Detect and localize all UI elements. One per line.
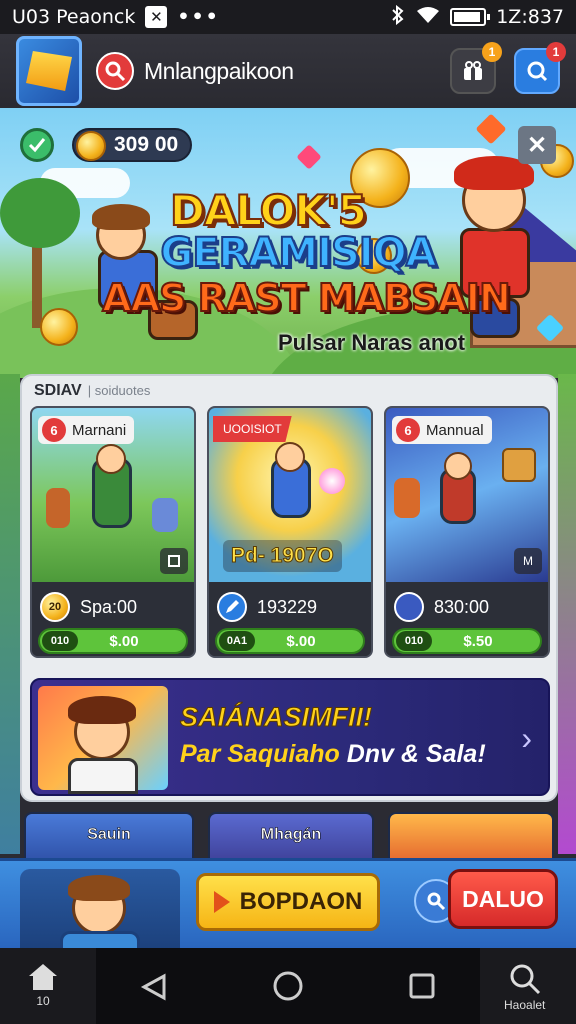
profile-search-icon (527, 61, 548, 82)
play-button[interactable]: BOPDAON (196, 873, 380, 931)
promo-banner[interactable]: SAIÁNASIMFII! Par Saquiaho Dnv & Sala! › (30, 678, 550, 796)
promo-line-2-prefix: Par Saquiaho (180, 740, 340, 768)
game-card-mini-label[interactable]: M (514, 548, 542, 574)
game-card[interactable]: UOOISIOT Pd- 1907O 193229 0A1 $.00 (207, 406, 373, 658)
verified-icon (20, 128, 54, 162)
search-icon (510, 964, 540, 995)
hero-title-line-3: AAS RAST MABSAIN (101, 275, 512, 321)
app-notification-icon: ✕ (145, 6, 168, 28)
status-left-text: U03 Peaonck (12, 6, 136, 28)
pencil-icon (217, 592, 247, 622)
app-header: Mnlangpaikoon 1 1 (0, 34, 576, 108)
tag-number: 6 (42, 418, 66, 442)
price-chip: 010 (396, 631, 432, 651)
section-title-text: SDIAV (34, 382, 82, 399)
profile-badge: 1 (546, 42, 566, 62)
back-icon[interactable] (140, 972, 170, 1002)
game-card-stat: Spa:00 (80, 596, 138, 617)
hero-title-line-1: DALOK'5 (169, 185, 368, 236)
coin-balance[interactable]: 309 00 (72, 128, 193, 162)
game-card-info: 830:00 010 $.50 (386, 582, 548, 656)
nav-home-label: 10 (36, 994, 50, 1008)
close-button[interactable]: ✕ (518, 126, 556, 164)
tag-label: Mannual (426, 421, 484, 439)
hero-title-line-2: GERAMISIQA (159, 229, 437, 277)
battery-icon (450, 8, 491, 26)
promo-line-2-suffix: Dnv & Sala! (346, 740, 486, 768)
coin-icon (76, 131, 106, 161)
game-card-tag: 6 Mannual (392, 416, 492, 444)
expand-icon[interactable] (160, 548, 188, 574)
promo-line-2: Par Saquiaho Dnv & Sala! (180, 740, 486, 769)
play-button-label: BOPDAON (239, 888, 363, 915)
section-title: SDIAV | soiduotes (34, 382, 150, 400)
promo-image (38, 686, 168, 794)
price-value: $.00 (286, 632, 316, 650)
section-subtitle: | soiduotes (87, 383, 151, 398)
tag-label: Marnani (72, 421, 127, 439)
game-card-stat: 830:00 (434, 596, 490, 617)
price-chip: 0A1 (219, 631, 255, 651)
app-name: Mnlangpaikoon (144, 57, 294, 84)
price-button[interactable]: 010 $.00 (38, 628, 188, 654)
player-avatar (394, 592, 424, 622)
tag-number: 6 (396, 418, 420, 442)
game-card[interactable]: 6 Mannual M 830:00 010 $.50 (384, 406, 550, 658)
nav-search[interactable]: Haoalet (504, 962, 545, 1012)
profile-button[interactable]: 1 (514, 42, 566, 94)
price-value: $.00 (109, 632, 139, 650)
gift-button[interactable]: 1 (450, 42, 502, 94)
price-button[interactable]: 010 $.50 (392, 628, 542, 654)
mascot-image (20, 869, 180, 955)
hero-subtitle: Pulsar Naras anot (278, 330, 466, 355)
right-edge-scenery (558, 374, 576, 854)
hero-banner[interactable]: 309 00 ✕ DALOK'5 GERAMISIQA AAS RAST MAB… (0, 108, 576, 378)
promo-line-1: SAIÁNASIMFII! (180, 702, 373, 733)
recents-icon[interactable] (408, 972, 436, 1000)
game-card-info: 20 Spa:00 010 $.00 (32, 582, 194, 656)
left-edge-scenery (0, 374, 20, 854)
play-icon (213, 891, 230, 913)
status-bar: U03 Peaonck ✕ ••• 1Z:837 (0, 0, 576, 34)
wifi-icon (416, 6, 440, 29)
price-chip: 010 (42, 631, 78, 651)
action-bar: BOPDAON DALUO (0, 858, 576, 955)
game-card[interactable]: 6 Marnani 20 Spa:00 010 $.00 (30, 406, 196, 658)
coin-balance-value: 309 00 (114, 133, 179, 156)
search-icon[interactable] (96, 52, 134, 90)
dalio-button[interactable]: DALUO (448, 869, 558, 929)
app-logo[interactable] (16, 36, 82, 106)
gift-icon (464, 61, 482, 80)
strip-card-label: Sauin (87, 826, 131, 844)
gift-badge: 1 (482, 42, 502, 62)
game-card-stat: 193229 (257, 596, 318, 617)
nav-home[interactable]: 10 (26, 962, 60, 1008)
coin-avatar: 20 (40, 592, 70, 622)
price-value: $.50 (463, 632, 493, 650)
bluetooth-icon (390, 4, 406, 30)
status-time: 1Z:837 (496, 6, 564, 28)
chevron-right-icon[interactable]: › (521, 720, 532, 757)
price-button[interactable]: 0A1 $.00 (215, 628, 365, 654)
game-card-ribbon: UOOISIOT (213, 416, 292, 442)
home-icon (29, 964, 57, 990)
navigation-bar: 10 Haoalet (0, 948, 576, 1024)
games-panel: SDIAV | soiduotes 6 Marnani 20 Spa:00 010… (20, 374, 558, 802)
nav-search-label: Haoalet (504, 998, 546, 1012)
home-circle-icon[interactable] (272, 970, 304, 1002)
status-dots: ••• (177, 6, 220, 28)
system-nav (96, 948, 480, 1024)
game-card-info: 193229 0A1 $.00 (209, 582, 371, 656)
game-card-tag: 6 Marnani (38, 416, 135, 444)
strip-card-label: Mhagán (260, 826, 322, 844)
game-card-art-label: Pd- 1907O (223, 540, 342, 572)
